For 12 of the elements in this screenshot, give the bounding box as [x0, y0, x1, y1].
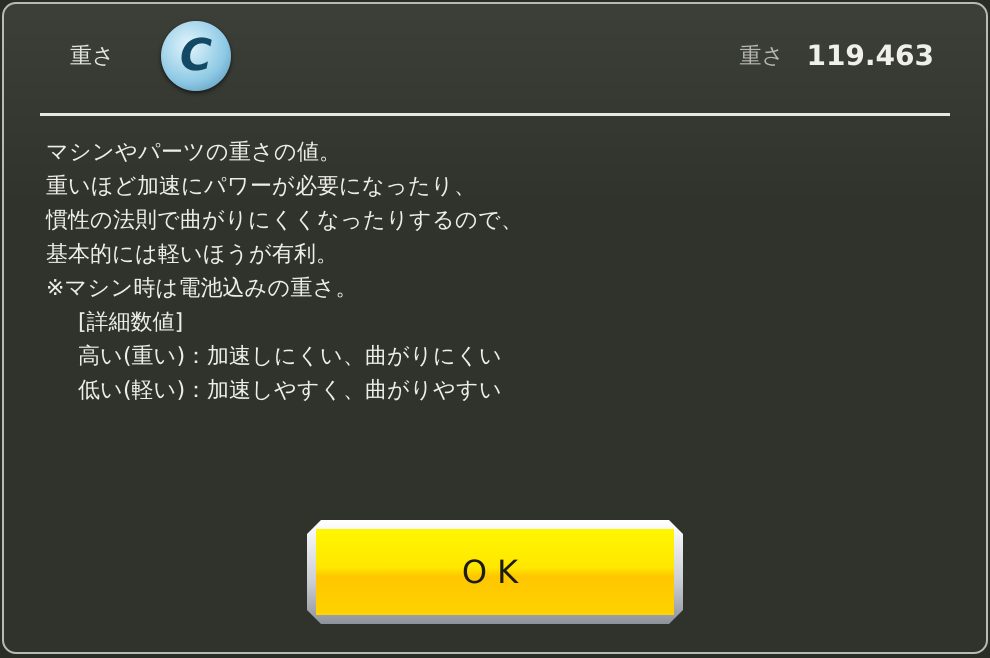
description-line: 重いほど加速にパワーが必要になったり、 — [45, 173, 476, 201]
description-line: 基本的には軽いほうが有利。 — [45, 241, 338, 269]
stat-value: 119.463 — [806, 39, 934, 72]
description-line: 低い(軽い)：加速しやすく、曲がりやすい — [77, 377, 502, 405]
header-label: 重さ — [70, 42, 115, 70]
description-line: マシンやパーツの重さの値。 — [45, 139, 341, 167]
description-line: 慣性の法則で曲がりにくくなったりするので、 — [44, 207, 523, 235]
description-line: [詳細数値] — [77, 309, 184, 337]
description-line: ※マシン時は電池込みの重さ。 — [45, 275, 358, 303]
description-line: 高い(重い)：加速しにくい、曲がりにくい — [77, 343, 502, 371]
grade-badge: C — [161, 20, 231, 90]
stat-label: 重さ — [739, 42, 784, 70]
